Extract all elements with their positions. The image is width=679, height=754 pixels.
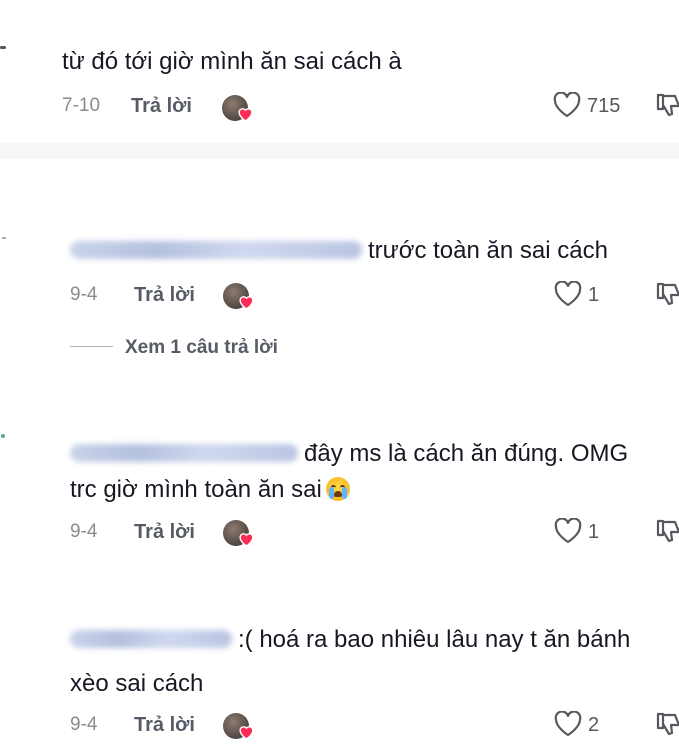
mention-tag[interactable] (70, 443, 298, 462)
comment-text-body: trước toàn ăn sai cách (368, 237, 608, 264)
comment-date: 9-4 (70, 714, 98, 735)
reply-button[interactable]: Trả lời (134, 280, 195, 310)
comment-text-body: đây ms là cách ăn đúng. OMG (304, 440, 629, 467)
creator-liked-badge (221, 281, 261, 311)
comment-text: trước toàn ăn sai cách (70, 231, 608, 271)
mention-tag[interactable] (70, 629, 232, 648)
reply-button[interactable]: Trả lời (134, 517, 195, 547)
thumbs-down-icon[interactable] (654, 280, 679, 310)
thumbs-down-icon[interactable] (654, 710, 679, 740)
creator-liked-heart-icon (239, 533, 254, 547)
loudly-crying-face-emoji (325, 476, 350, 501)
comment-text: từ đó tới giờ mình ăn sai cách à (62, 48, 402, 75)
like-count: 1 (588, 521, 600, 543)
comment-text-body: xèo sai cách (70, 670, 204, 697)
creator-liked-badge (220, 93, 260, 123)
comment-meta: 7-10 Trả lời 715 (0, 91, 679, 123)
creator-liked-heart-icon (238, 108, 253, 122)
creator-liked-badge (221, 711, 261, 741)
heart-outline-icon (553, 92, 581, 118)
comment-item: :( hoá ra bao nhiêu lâu nay t ăn bánh xè… (0, 618, 679, 754)
comment-text-body: trc giờ mình toàn ăn sai (70, 476, 322, 503)
like-count: 2 (588, 714, 600, 736)
like-button[interactable]: 1 (554, 517, 614, 547)
comment-date: 9-4 (70, 521, 98, 542)
reply-button[interactable]: Trả lời (134, 710, 195, 740)
creator-liked-heart-icon (239, 726, 254, 740)
comment-text-line: trc giờ mình toàn ăn sai (70, 470, 350, 510)
like-count: 1 (588, 284, 600, 306)
reply-button[interactable]: Trả lời (131, 91, 192, 121)
comment-text-line: :( hoá ra bao nhiêu lâu nay t ăn bánh (70, 620, 630, 660)
heart-outline-icon (554, 518, 582, 544)
comment-text-body: :( hoá ra bao nhiêu lâu nay t ăn bánh (238, 626, 631, 653)
creator-liked-heart-icon (239, 296, 254, 310)
mention-tag[interactable] (70, 240, 362, 259)
heart-outline-icon (554, 711, 582, 737)
like-button[interactable]: 1 (554, 280, 614, 310)
comment-item: đây ms là cách ăn đúng. OMG trc giờ mình… (0, 420, 679, 570)
comment-date: 9-4 (70, 284, 98, 305)
heart-outline-icon (554, 281, 582, 307)
avatar-edge[interactable] (0, 46, 6, 49)
comment-date: 7-10 (62, 95, 101, 116)
like-button[interactable]: 2 (554, 710, 614, 740)
section-divider (0, 143, 679, 159)
thumbs-down-icon[interactable] (654, 517, 679, 547)
avatar-edge[interactable] (2, 237, 6, 239)
comment-meta: 9-4 Trả lời 1 (0, 517, 679, 547)
comment-meta: 9-4 Trả lời 1 (0, 280, 679, 310)
view-replies-line (70, 346, 113, 347)
creator-liked-badge (221, 518, 261, 548)
comment-text-line: đây ms là cách ăn đúng. OMG (70, 434, 628, 474)
view-replies-label: Xem 1 câu trả lời (125, 337, 278, 358)
comment-meta: 9-4 Trả lời 2 (0, 710, 679, 740)
thumbs-down-icon[interactable] (654, 91, 679, 121)
comment-item: từ đó tới giờ mình ăn sai cách à 7-10 Tr… (0, 0, 679, 143)
like-button[interactable]: 715 (553, 91, 633, 121)
like-count: 715 (587, 95, 621, 117)
comment-text-line: xèo sai cách (70, 664, 203, 704)
avatar-edge[interactable] (1, 434, 5, 438)
